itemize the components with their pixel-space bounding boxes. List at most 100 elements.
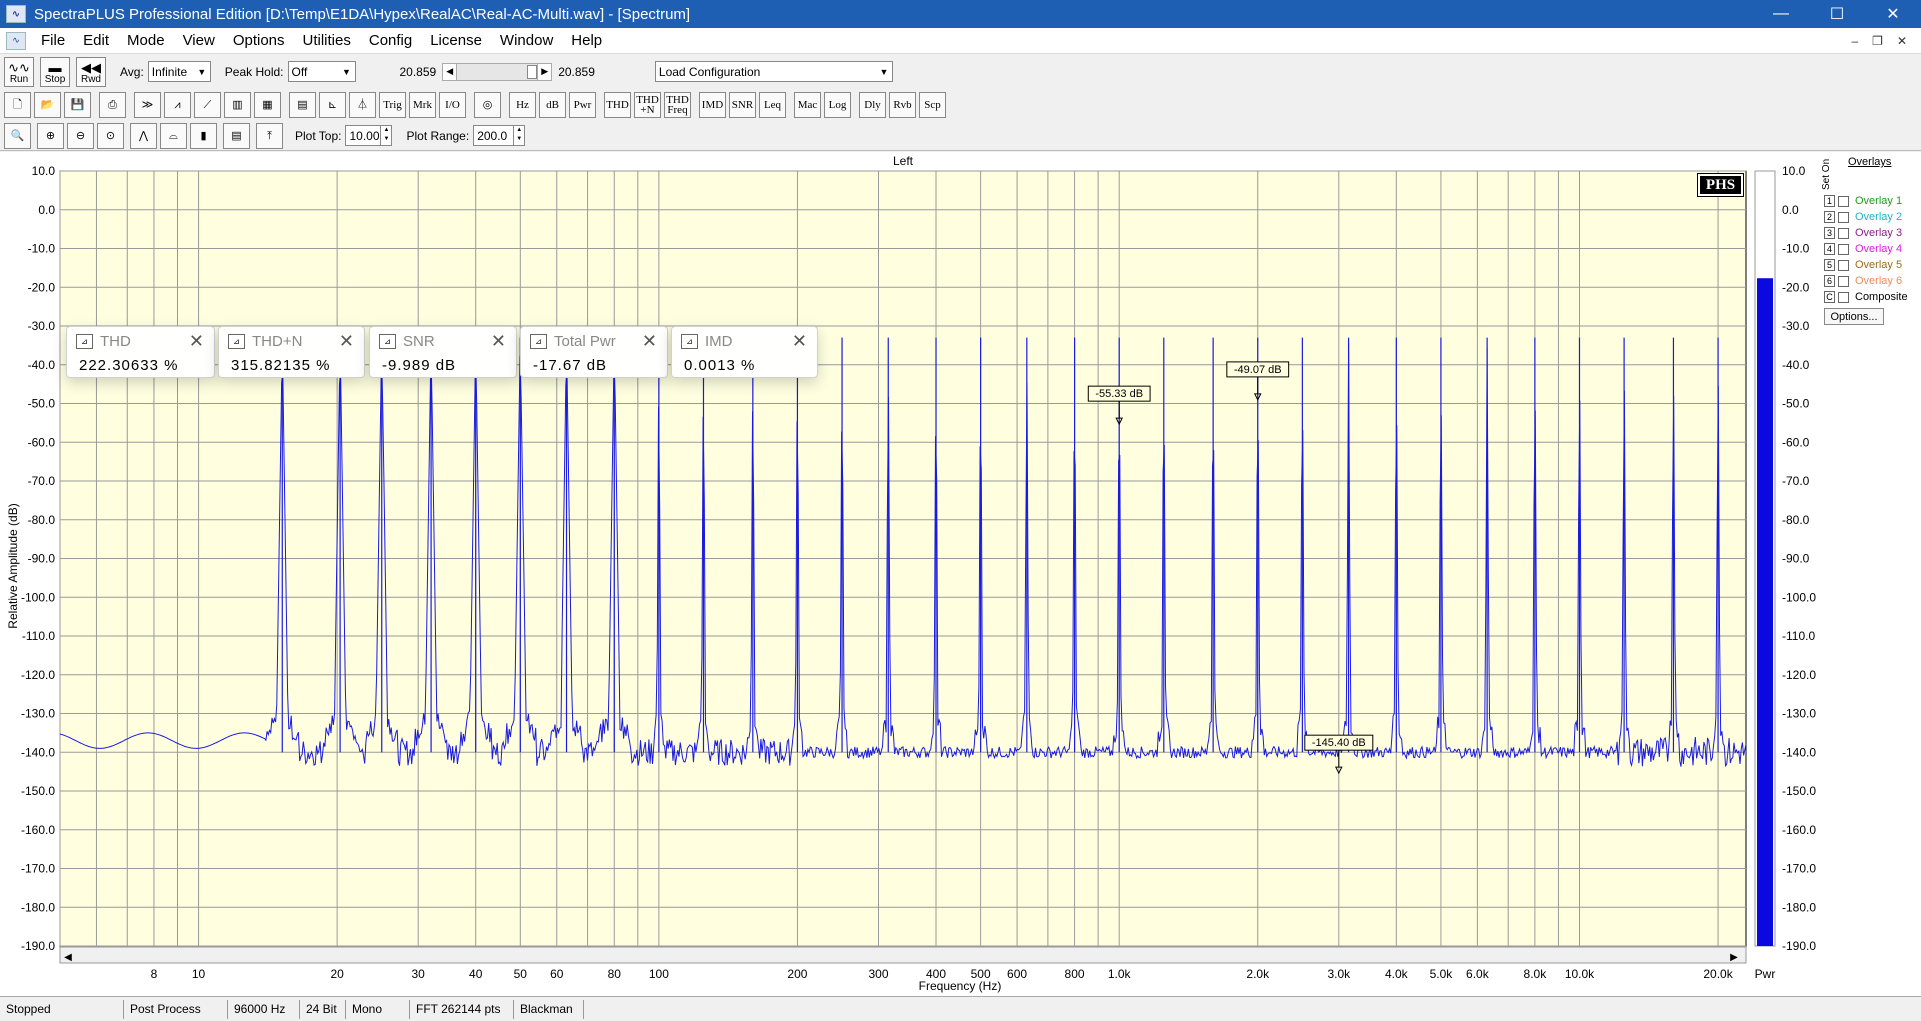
plot-range-icon[interactable]: ⤒: [256, 122, 283, 149]
overlay-checkbox[interactable]: [1838, 227, 1849, 239]
zoom-icon[interactable]: 🔍: [4, 122, 31, 149]
overlay-checkbox[interactable]: [1838, 259, 1849, 271]
menu-mode[interactable]: Mode: [118, 32, 174, 49]
maximize-button[interactable]: ☐: [1809, 0, 1865, 28]
slider-thumb[interactable]: [527, 64, 538, 79]
run-button[interactable]: ∿∿ Run: [4, 56, 34, 87]
imd-button[interactable]: IMD: [699, 91, 726, 118]
overlay-row[interactable]: C Composite: [1824, 290, 1908, 304]
close-icon[interactable]: ✕: [792, 331, 807, 352]
new-file-icon[interactable]: 🗋: [4, 91, 31, 118]
mdi-restore-button[interactable]: ❐: [1872, 34, 1883, 48]
plot-top-input[interactable]: 10.00 ▲ ▼: [345, 125, 393, 146]
total-pwr-meter[interactable]: ⊿ Total Pwr ✕ -17.67 dB: [520, 326, 668, 378]
imd-meter[interactable]: ⊿ IMD ✕ 0.0013 %: [671, 326, 818, 378]
line-plot-icon[interactable]: ⋀: [130, 122, 157, 149]
overlay-checkbox[interactable]: [1838, 291, 1849, 303]
generator-icon[interactable]: ⏃: [349, 91, 376, 118]
spectrum-chart[interactable]: 10.0 0.0 -10.0 -20.0 -30.0 -40.0 -50.0 -60.0 -70…: [0, 152, 1921, 996]
menu-window[interactable]: Window: [491, 32, 562, 49]
slider-right-arrow-icon[interactable]: ▶: [537, 63, 552, 80]
close-button[interactable]: ✕: [1865, 0, 1921, 28]
spectrum-app-icon[interactable]: ∿: [6, 5, 26, 23]
menu-utilities[interactable]: Utilities: [294, 32, 360, 49]
time-position-slider[interactable]: ◀ ▶: [442, 62, 553, 81]
menu-help[interactable]: Help: [562, 32, 611, 49]
menu-options[interactable]: Options: [224, 32, 294, 49]
menu-file[interactable]: File: [32, 32, 74, 49]
io-button[interactable]: I/O: [439, 91, 466, 118]
mac-button[interactable]: Mac: [794, 91, 821, 118]
mdi-close-button[interactable]: ✕: [1897, 34, 1907, 48]
snr-button[interactable]: SNR: [729, 91, 756, 118]
snr-meter[interactable]: ⊿ SNR ✕ -9.989 dB: [369, 326, 517, 378]
plot-range-input[interactable]: 200.0 ▲ ▼: [473, 125, 526, 146]
mrk-button[interactable]: Mrk: [409, 91, 436, 118]
overlay-options-button[interactable]: Options...: [1824, 308, 1884, 325]
print-icon[interactable]: ⎙: [99, 91, 126, 118]
avg-select[interactable]: Infinite ▼: [147, 61, 211, 82]
fill-plot-icon[interactable]: ⌓: [160, 122, 187, 149]
overlay-row[interactable]: 3 Overlay 3: [1824, 226, 1902, 240]
bar-plot-icon[interactable]: ▮: [190, 122, 217, 149]
spinner-icon[interactable]: ▲ ▼: [380, 126, 391, 145]
overlay-checkbox[interactable]: [1838, 243, 1849, 255]
zoom-in-2x-icon[interactable]: ⊕: [37, 122, 64, 149]
trig-button[interactable]: Trig: [379, 91, 406, 118]
overlay-row[interactable]: 6 Overlay 6: [1824, 274, 1902, 288]
overlay-checkbox[interactable]: [1838, 211, 1849, 223]
peak-hold-select[interactable]: Off ▼: [287, 61, 356, 82]
spinner-icon[interactable]: ▲ ▼: [513, 126, 524, 145]
scp-button[interactable]: Scp: [919, 91, 946, 118]
menu-license[interactable]: License: [421, 32, 491, 49]
minimize-button[interactable]: —: [1753, 0, 1809, 28]
overlays-header[interactable]: Overlays: [1848, 156, 1891, 168]
stop-button[interactable]: ▬ Stop: [40, 56, 70, 87]
dly-button[interactable]: Dly: [859, 91, 886, 118]
rvb-button[interactable]: Rvb: [889, 91, 916, 118]
zoom-out-2x-icon[interactable]: ⊖: [67, 122, 94, 149]
close-icon[interactable]: ✕: [491, 331, 506, 352]
list-view-icon[interactable]: ▤: [223, 122, 250, 149]
menu-edit[interactable]: Edit: [74, 32, 118, 49]
leq-button[interactable]: Leq: [759, 91, 786, 118]
mdi-minimize-button[interactable]: –: [1851, 34, 1858, 48]
3d-surface-icon[interactable]: ▦: [254, 91, 281, 118]
configuration-select[interactable]: Load Configuration ▼: [654, 61, 893, 82]
log-button[interactable]: Log: [824, 91, 851, 118]
settings-panel-icon[interactable]: ▤: [289, 91, 316, 118]
close-icon[interactable]: ✕: [642, 331, 657, 352]
overlay-row[interactable]: 5 Overlay 5: [1824, 258, 1902, 272]
db-button[interactable]: dB: [539, 91, 566, 118]
pwr-button[interactable]: Pwr: [569, 91, 596, 118]
overlay-row[interactable]: 2 Overlay 2: [1824, 210, 1902, 224]
thd-meter[interactable]: ⊿ THD ✕ 222.30633 %: [66, 326, 215, 378]
open-folder-icon[interactable]: 📂: [34, 91, 61, 118]
menu-config[interactable]: Config: [360, 32, 421, 49]
thd-button[interactable]: THD: [604, 91, 631, 118]
spectrum-icon[interactable]: ⩘: [164, 91, 191, 118]
rewind-button[interactable]: ◀◀ Rwd: [76, 56, 106, 87]
overlay-row[interactable]: 4 Overlay 4: [1824, 242, 1902, 256]
overlay-checkbox[interactable]: [1838, 195, 1849, 207]
spectrogram-icon[interactable]: ▥: [224, 91, 251, 118]
time-series-icon[interactable]: ≫: [134, 91, 161, 118]
thd-n-button[interactable]: THD +N: [634, 91, 661, 118]
hz-button[interactable]: Hz: [509, 91, 536, 118]
thd-n-meter[interactable]: ⊿ THD+N ✕ 315.82135 %: [218, 326, 365, 378]
close-icon[interactable]: ✕: [189, 331, 204, 352]
horizontal-scrollbar[interactable]: [59, 946, 1747, 964]
scroll-left-arrow-icon[interactable]: ◀: [64, 952, 72, 963]
thd-freq-button[interactable]: THD Freq: [664, 91, 691, 118]
menu-view[interactable]: View: [174, 32, 224, 49]
close-icon[interactable]: ✕: [339, 331, 354, 352]
zoom-full-icon[interactable]: ⊙: [97, 122, 124, 149]
save-disk-icon[interactable]: 💾: [64, 91, 91, 118]
slider-left-arrow-icon[interactable]: ◀: [443, 63, 458, 80]
phase-icon[interactable]: ⟋: [194, 91, 221, 118]
overlay-checkbox[interactable]: [1838, 275, 1849, 287]
document-icon[interactable]: ∿: [6, 31, 26, 50]
axis-icon[interactable]: ⊾: [319, 91, 346, 118]
overlay-row[interactable]: 1 Overlay 1: [1824, 194, 1902, 208]
signal-generator-icon[interactable]: ◎: [474, 91, 501, 118]
